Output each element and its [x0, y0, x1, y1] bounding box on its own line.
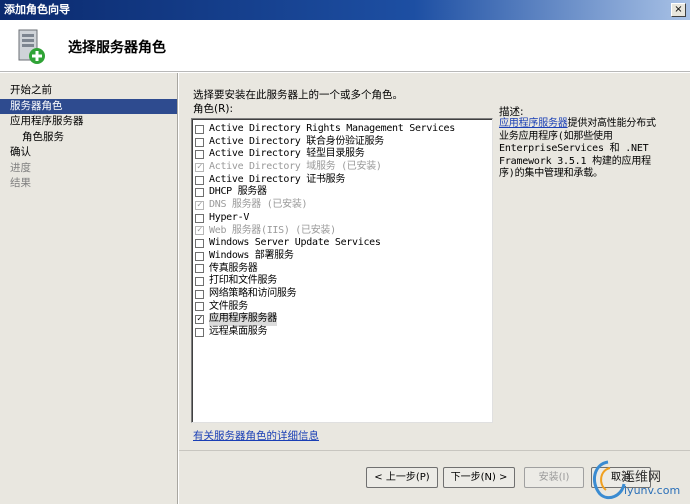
role-checkbox[interactable]: [195, 175, 204, 185]
role-label: Hyper-V: [209, 211, 250, 223]
role-checkbox[interactable]: [195, 264, 204, 274]
role-label: Windows Server Update Services: [209, 237, 381, 249]
watermark-brand: 运维网: [622, 470, 662, 485]
role-item[interactable]: ✓ 应用程序服务器: [195, 313, 492, 327]
role-checkbox[interactable]: [195, 277, 204, 287]
role-label: DHCP 服务器: [209, 186, 267, 198]
role-item[interactable]: Active Directory 轻型目录服务: [195, 148, 492, 161]
role-checkbox[interactable]: [195, 137, 204, 147]
role-item[interactable]: Active Directory 证书服务: [195, 174, 492, 187]
nav-step-server-roles[interactable]: 服务器角色: [0, 98, 177, 114]
next-button[interactable]: 下一步(N) >: [443, 467, 515, 488]
role-label: Active Directory 轻型目录服务: [209, 148, 365, 160]
roles-listbox[interactable]: Active Directory Rights Management Servi…: [191, 118, 493, 423]
nav-step-application-server[interactable]: 应用程序服务器: [0, 114, 177, 130]
install-button: 安装(I): [524, 467, 584, 488]
roles-label: 角色(R):: [193, 103, 234, 115]
role-item[interactable]: 网络策略和访问服务: [195, 288, 492, 301]
nav-step-progress: 进度: [10, 161, 31, 174]
role-checkbox[interactable]: [195, 239, 204, 249]
role-checkbox[interactable]: [195, 327, 204, 337]
watermark-site: iyunv.com: [624, 484, 681, 497]
description-title: 描述:: [499, 106, 524, 118]
window-title: 添加角色向导: [4, 3, 70, 16]
nav-step-role-services[interactable]: 角色服务: [0, 130, 177, 146]
role-label: 文件服务: [209, 300, 248, 312]
instruction-text: 选择要安装在此服务器上的一个或多个角色。: [193, 89, 403, 101]
close-button[interactable]: ×: [671, 3, 686, 17]
role-checkbox: ✓: [195, 225, 204, 236]
role-item: ✓ Active Directory 域服务 (已安装): [195, 161, 492, 174]
role-checkbox[interactable]: [195, 124, 204, 134]
role-label: 网络策略和访问服务: [209, 287, 297, 299]
role-checkbox[interactable]: [195, 150, 204, 160]
window-titlebar: 添加角色向导 ×: [0, 0, 690, 20]
server-add-icon: [18, 29, 45, 64]
role-item[interactable]: 远程桌面服务: [195, 326, 492, 339]
role-checkbox[interactable]: [195, 302, 204, 312]
role-label: Windows 部署服务: [209, 249, 294, 261]
page-title: 选择服务器角色: [68, 40, 166, 56]
role-label: 远程桌面服务: [209, 326, 268, 337]
role-item[interactable]: Hyper-V: [195, 212, 492, 225]
role-item[interactable]: 文件服务: [195, 301, 492, 314]
role-checkbox: ✓: [195, 199, 204, 210]
watermark-logo: 运维网 iyunv.com: [588, 458, 684, 502]
role-checkbox[interactable]: [195, 289, 204, 299]
role-item[interactable]: DHCP 服务器: [195, 186, 492, 199]
close-icon: ×: [674, 4, 683, 15]
role-label: Active Directory 证书服务: [209, 173, 346, 185]
wizard-header: 选择服务器角色: [0, 20, 690, 72]
role-label: 打印和文件服务: [209, 275, 277, 287]
role-label: Active Directory Rights Management Servi…: [209, 123, 455, 134]
role-item[interactable]: 传真服务器: [195, 263, 492, 276]
nav-step-results: 结果: [10, 177, 31, 189]
more-info-link[interactable]: 有关服务器角色的详细信息: [193, 428, 319, 443]
role-item[interactable]: Active Directory 联合身份验证服务: [195, 136, 492, 149]
role-item[interactable]: 打印和文件服务: [195, 275, 492, 288]
nav-step-before-you-begin[interactable]: 开始之前: [0, 83, 177, 99]
role-item[interactable]: Windows 部署服务: [195, 250, 492, 263]
role-checkbox[interactable]: [195, 213, 204, 223]
back-button[interactable]: < 上一步(P): [366, 467, 438, 488]
role-checkbox: ✓: [195, 161, 204, 172]
role-label: DNS 服务器 (已安装): [209, 199, 308, 211]
role-item[interactable]: Windows Server Update Services: [195, 237, 492, 250]
role-label: 传真服务器: [209, 262, 258, 274]
role-label: Web 服务器(IIS) (已安装): [209, 224, 336, 236]
description-role-link[interactable]: 应用程序服务器: [499, 118, 568, 129]
description-body: 应用程序服务器提供对高性能分布式业务应用程序(如那些使用 EnterpriseS…: [499, 118, 664, 181]
main-content: 选择要安装在此服务器上的一个或多个角色。 角色(R): Active Direc…: [179, 73, 690, 450]
role-label: Active Directory 域服务 (已安装): [209, 161, 382, 173]
role-checkbox[interactable]: [195, 251, 204, 261]
role-label: 应用程序服务器: [209, 313, 277, 327]
wizard-steps-nav: 开始之前 服务器角色 应用程序服务器 角色服务 确认 进度 结果: [0, 73, 178, 504]
role-item: ✓ Web 服务器(IIS) (已安装): [195, 225, 492, 238]
role-item[interactable]: Active Directory Rights Management Servi…: [195, 123, 492, 136]
nav-step-confirmation[interactable]: 确认: [0, 145, 177, 161]
role-checkbox[interactable]: ✓: [195, 315, 204, 325]
role-label: Active Directory 联合身份验证服务: [209, 135, 384, 147]
role-checkbox[interactable]: [195, 188, 204, 198]
role-item: ✓ DNS 服务器 (已安装): [195, 199, 492, 212]
